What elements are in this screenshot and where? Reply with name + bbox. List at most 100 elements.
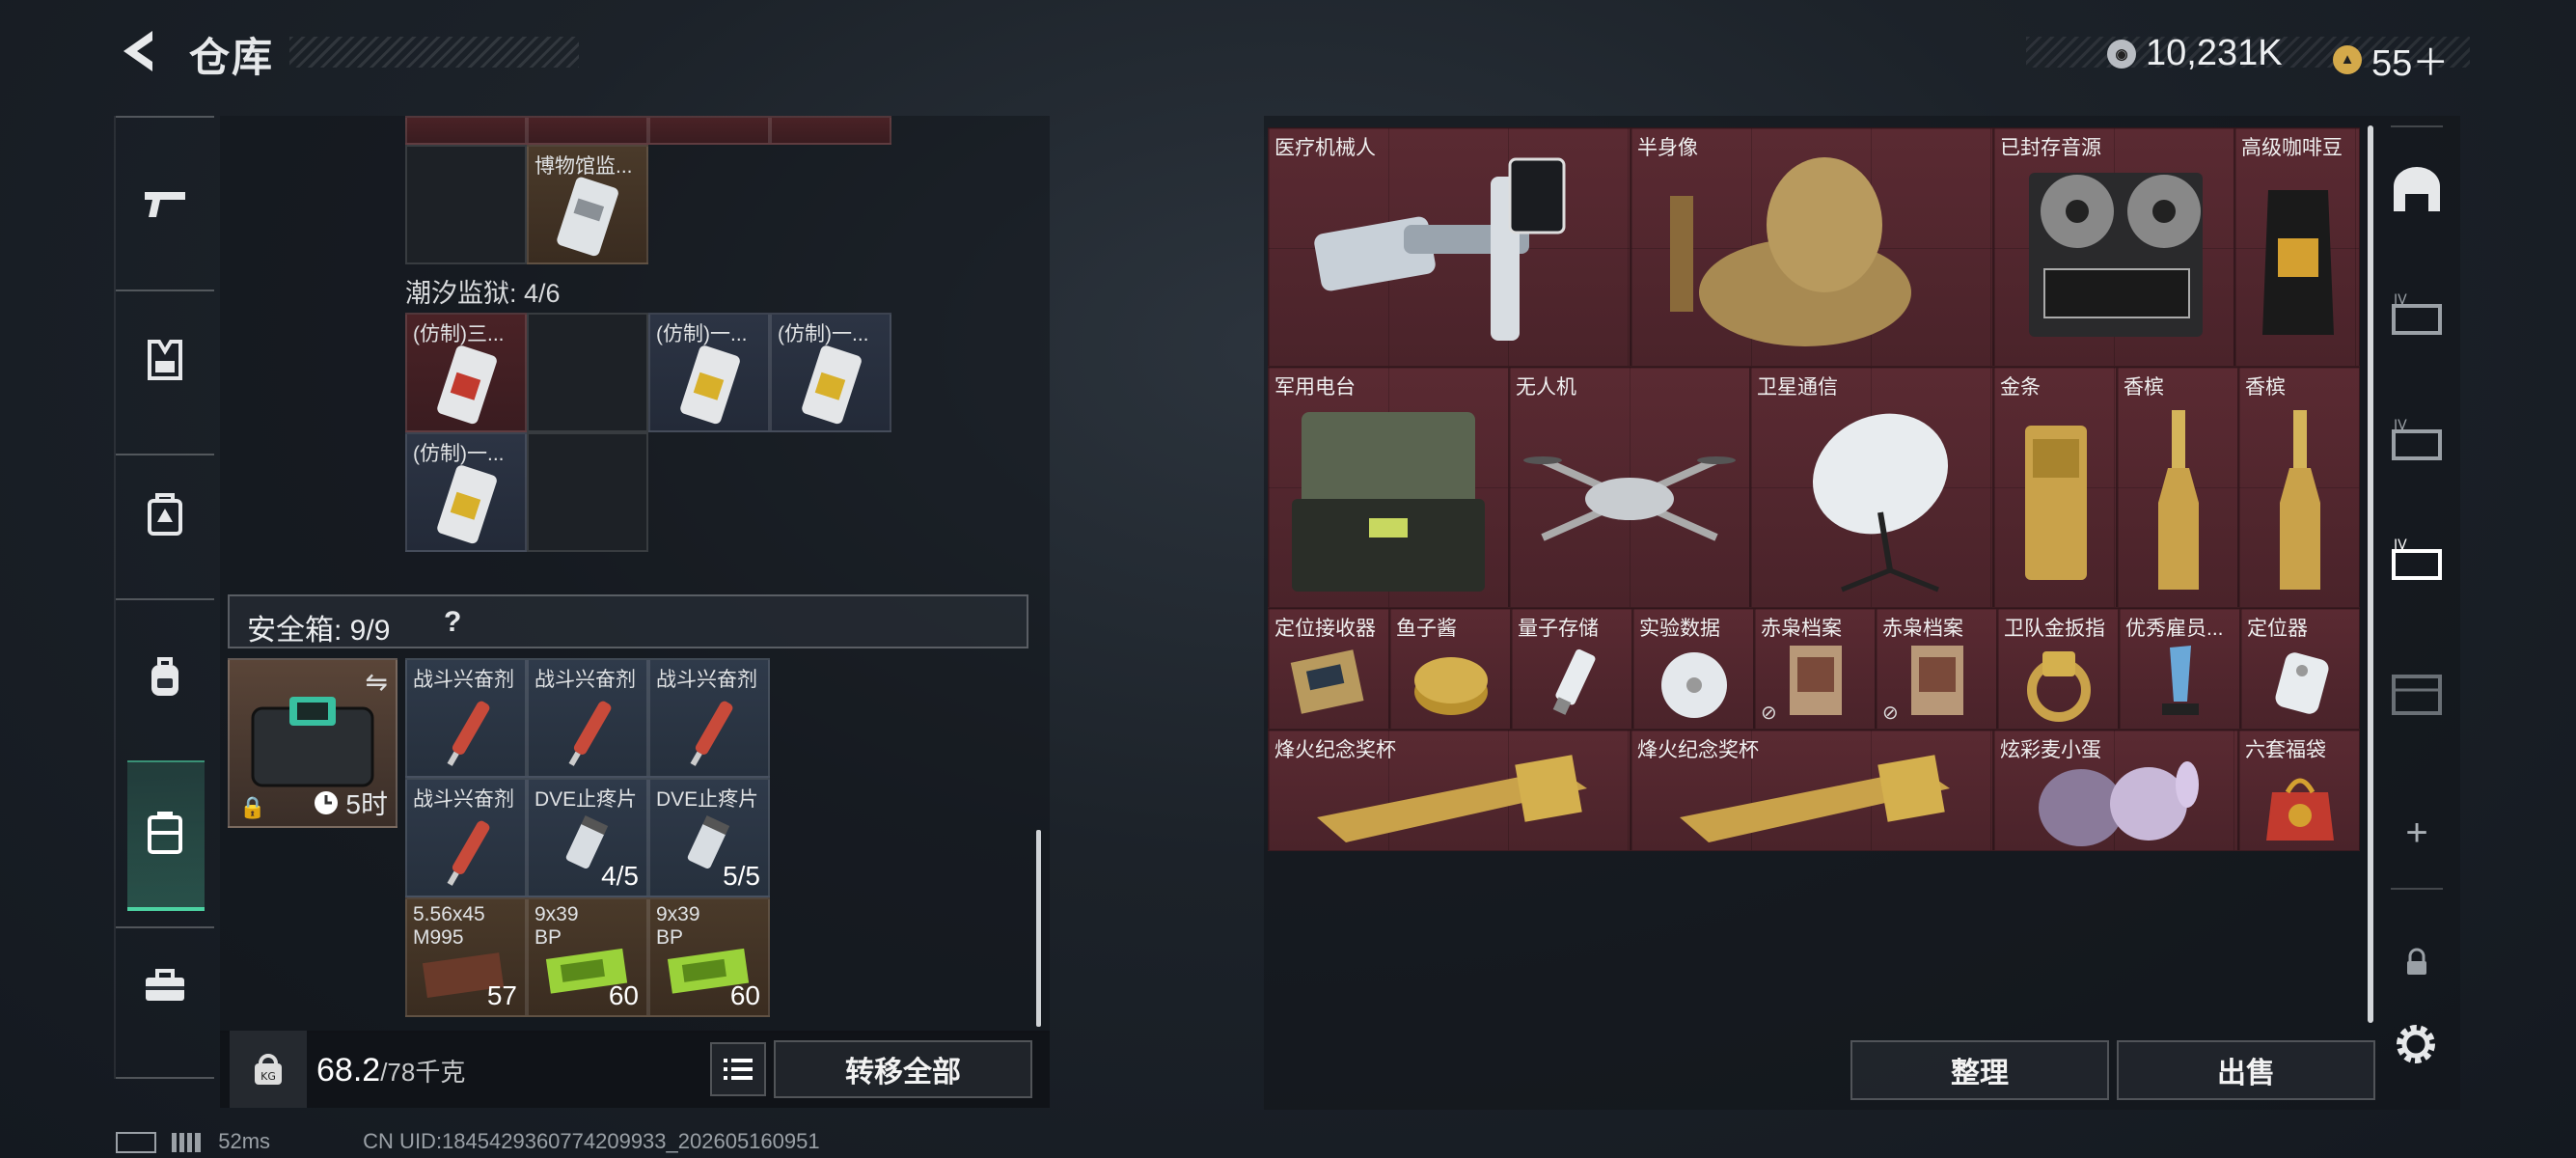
- keycard-icon: [802, 345, 862, 425]
- crystal-award-icon: [2162, 646, 2199, 715]
- transfer-all-button[interactable]: 转移全部: [774, 1040, 1032, 1098]
- armor-vest-icon: [148, 340, 182, 380]
- trophy-icon: [1680, 755, 1950, 842]
- item-medical-robot[interactable]: 医疗机械人: [1268, 127, 1631, 367]
- item-name: 赤枭档案: [1882, 618, 1963, 640]
- nav-backpack[interactable]: [135, 647, 195, 706]
- item-name: 鱼子酱: [1396, 618, 1457, 640]
- empty-slot[interactable]: [527, 313, 648, 432]
- item-name: 定位器: [2247, 618, 2308, 640]
- item-employee-trophy[interactable]: 优秀雇员...: [2119, 608, 2240, 730]
- item-champagne[interactable]: 香槟: [2117, 367, 2238, 608]
- item-name: 军用电台: [1274, 376, 1356, 399]
- nav-pistol[interactable]: [135, 174, 195, 234]
- storage-page-2-icon: IV: [2392, 418, 2442, 460]
- gift-bag-icon: [2266, 778, 2334, 841]
- item-combat-stimulant[interactable]: 战斗兴奋剂: [648, 658, 770, 778]
- drone-icon: [1523, 456, 1736, 541]
- item-keycard[interactable]: (仿制)一...: [770, 313, 891, 432]
- item-lucky-bag[interactable]: 六套福袋: [2238, 730, 2360, 851]
- item-experiment-data[interactable]: 实验数据: [1632, 608, 1754, 730]
- nav-divider: [116, 598, 214, 600]
- stash-scrollbar[interactable]: [2368, 125, 2373, 1023]
- item-military-radio[interactable]: 军用电台: [1268, 367, 1509, 608]
- back-button[interactable]: [114, 27, 162, 75]
- item-museum-card[interactable]: 博物馆监...: [527, 145, 648, 264]
- item-gold-bar[interactable]: 金条: [1993, 367, 2117, 608]
- stash-page-2[interactable]: IV: [2387, 411, 2447, 471]
- stash-page-bunker[interactable]: [2387, 160, 2447, 220]
- status-bar: 52ms CN UID:1845429360774209933_20260516…: [116, 1129, 820, 1154]
- item-caviar[interactable]: 鱼子酱: [1389, 608, 1511, 730]
- item-name: DVE止疼片: [534, 788, 638, 811]
- item-locator[interactable]: 定位器: [2240, 608, 2360, 730]
- champagne-bottle-icon: [2280, 410, 2320, 590]
- item-quantity: 5/5: [723, 861, 760, 891]
- item-champagne[interactable]: 香槟: [2238, 367, 2360, 608]
- sort-button[interactable]: 整理: [1850, 1040, 2109, 1100]
- item-guard-ring[interactable]: 卫队金扳指: [1997, 608, 2119, 730]
- item-combat-stimulant[interactable]: 战斗兴奋剂: [527, 658, 648, 778]
- help-button[interactable]: ?: [444, 606, 461, 639]
- item-keycard[interactable]: (仿制)一...: [648, 313, 770, 432]
- add-stash-page-button[interactable]: +: [2387, 803, 2447, 863]
- item-name: 战斗兴奋剂: [534, 669, 636, 691]
- stash-page-3-active[interactable]: IV: [2387, 531, 2447, 591]
- grid-slot[interactable]: [648, 116, 770, 145]
- equipment-nav: [114, 116, 214, 1079]
- no-insure-icon: ⊘: [1761, 703, 1777, 724]
- safe-box-container[interactable]: ⇋ 🔒 5时: [228, 658, 397, 828]
- item-satellite-comm[interactable]: 卫星通信: [1750, 367, 1993, 608]
- stash-page-1[interactable]: IV: [2387, 286, 2447, 345]
- toolbox-icon: [146, 969, 184, 1001]
- nav-chest-rig[interactable]: [135, 484, 195, 544]
- item-ammo[interactable]: 9x39 BP 60: [648, 897, 770, 1017]
- item-sealed-audio[interactable]: 已封存音源: [1993, 127, 2234, 367]
- item-drone[interactable]: 无人机: [1509, 367, 1750, 608]
- settings-button[interactable]: [2389, 1017, 2443, 1071]
- money-display[interactable]: ◉ 10,231K: [2107, 33, 2283, 74]
- grid-slot[interactable]: [527, 116, 648, 145]
- item-bust[interactable]: 半身像: [1631, 127, 1993, 367]
- nav-safe-box[interactable]: [135, 803, 195, 863]
- ticket-display[interactable]: ▲ 55＋: [2333, 33, 2449, 86]
- item-quantum-storage[interactable]: 量子存储: [1511, 608, 1632, 730]
- item-red-owl-file[interactable]: 赤枭档案 ⊘: [1876, 608, 1997, 730]
- nav-armor[interactable]: [135, 330, 195, 390]
- grid-slot[interactable]: [405, 116, 527, 145]
- keycard-icon: [437, 465, 497, 544]
- item-locator-receiver[interactable]: 定位接收器: [1268, 608, 1389, 730]
- add-page-icon: +: [2405, 811, 2428, 854]
- item-painkiller[interactable]: DVE止疼片 4/5: [527, 778, 648, 897]
- locked-stash-page[interactable]: [2387, 932, 2447, 992]
- item-combat-stimulant[interactable]: 战斗兴奋剂: [405, 658, 527, 778]
- sell-button[interactable]: 出售: [2117, 1040, 2375, 1100]
- item-painkiller[interactable]: DVE止疼片 5/5: [648, 778, 770, 897]
- item-beacon-trophy[interactable]: 烽火纪念奖杯: [1631, 730, 1993, 851]
- swap-icon[interactable]: ⇋: [366, 666, 388, 698]
- item-combat-stimulant[interactable]: 战斗兴奋剂: [405, 778, 527, 897]
- stash-page-4[interactable]: [2387, 662, 2447, 722]
- item-name: 金条: [2000, 376, 2041, 399]
- item-keycard[interactable]: (仿制)一...: [405, 432, 527, 552]
- item-quantity: 4/5: [601, 861, 639, 891]
- nav-divider: [116, 926, 214, 928]
- item-ammo[interactable]: 9x39 BP 60: [527, 897, 648, 1017]
- item-name: 优秀雇员...: [2125, 618, 2224, 640]
- receiver-device-icon: [1290, 649, 1364, 714]
- empty-slot[interactable]: [405, 145, 527, 264]
- item-name: 战斗兴奋剂: [656, 669, 757, 691]
- empty-slot[interactable]: [527, 432, 648, 552]
- grid-slot[interactable]: [770, 116, 891, 145]
- container-scrollbar[interactable]: [1036, 830, 1041, 1027]
- item-color-egg[interactable]: 炫彩麦小蛋: [1993, 730, 2238, 851]
- list-view-button[interactable]: [710, 1042, 766, 1096]
- item-keycard[interactable]: (仿制)三...: [405, 313, 527, 432]
- svg-text:IV: IV: [2394, 292, 2407, 308]
- nav-toolbox[interactable]: [135, 955, 195, 1015]
- weight-display: 68.2/78千克: [316, 1052, 465, 1089]
- item-red-owl-file[interactable]: 赤枭档案 ⊘: [1754, 608, 1876, 730]
- item-beacon-trophy[interactable]: 烽火纪念奖杯: [1268, 730, 1631, 851]
- item-coffee-beans[interactable]: 高级咖啡豆: [2234, 127, 2360, 367]
- item-ammo[interactable]: 5.56x45 M995 57: [405, 897, 527, 1017]
